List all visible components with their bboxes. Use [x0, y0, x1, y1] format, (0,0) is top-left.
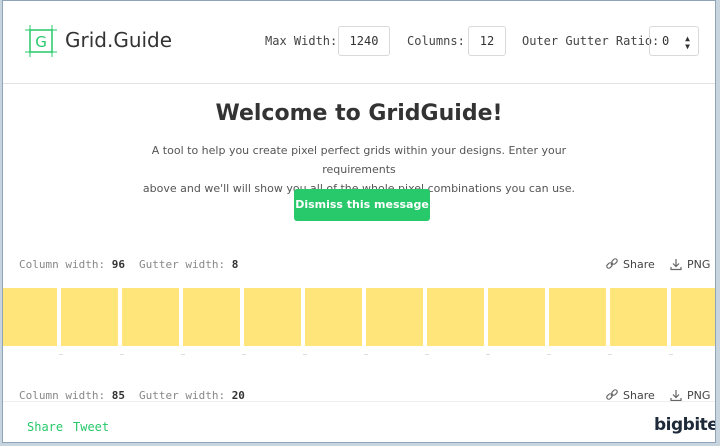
png-button-1[interactable]: PNG: [669, 257, 710, 271]
share-button-2[interactable]: Share: [605, 388, 655, 402]
logo-letter: G: [35, 33, 47, 51]
welcome-line-1: A tool to help you create pixel perfect …: [151, 144, 567, 176]
share-label: Share: [623, 258, 655, 271]
columns-label: Columns:: [407, 34, 465, 48]
gutter-tick: [669, 354, 673, 355]
footer-share-link[interactable]: Share: [27, 420, 63, 434]
share-button-1[interactable]: Share: [605, 257, 655, 271]
gutter-tick: [364, 354, 368, 355]
gutter-tick: [242, 354, 246, 355]
grid-column: [366, 288, 423, 346]
header: G Grid.Guide Max Width: 1240 Columns: 12…: [3, 1, 715, 84]
png-button-2[interactable]: PNG: [669, 388, 710, 402]
gutter-tick: [303, 354, 307, 355]
footer: Share Tweet bigbite: [3, 401, 715, 442]
grid-column: [3, 288, 57, 346]
grid-column: [671, 288, 715, 346]
grid-column: [183, 288, 240, 346]
select-arrows-icon: ▲ ▼: [685, 34, 690, 51]
link-icon: [606, 389, 618, 400]
download-icon: [670, 259, 682, 271]
gutter-tick: [181, 354, 185, 355]
gutter-tick: [486, 354, 490, 355]
column-width-value: 96: [111, 258, 125, 271]
grid-column: [488, 288, 545, 346]
png-label: PNG: [687, 258, 711, 271]
grid-column: [305, 288, 362, 346]
grid-column: [610, 288, 667, 346]
grid-column: [122, 288, 179, 346]
outer-gutter-value: 0: [662, 34, 670, 48]
app-window: G Grid.Guide Max Width: 1240 Columns: 12…: [2, 0, 716, 443]
column-preview-1: [3, 288, 715, 346]
max-width-label: Max Width:: [265, 34, 338, 48]
welcome-title: Welcome to GridGuide!: [215, 101, 503, 126]
outer-gutter-label: Outer Gutter Ratio:: [522, 34, 660, 48]
grid-info-1: Column width: 96 Gutter width: 8: [19, 258, 238, 271]
gutter-tick: [547, 354, 551, 355]
gutter-tick: [608, 354, 612, 355]
dismiss-button[interactable]: Dismiss this message: [294, 189, 430, 221]
grid-logo-icon: G: [25, 25, 57, 57]
column-width-label: Column width:: [19, 258, 106, 271]
grid-column: [244, 288, 301, 346]
gutter-tick: [59, 354, 63, 355]
bigbite-logo[interactable]: bigbite: [654, 415, 715, 435]
download-icon: [670, 390, 682, 402]
gutter-width-value: 8: [231, 258, 239, 271]
gutter-tick: [425, 354, 429, 355]
outer-gutter-select[interactable]: 0 ▲ ▼: [649, 26, 699, 56]
grid-column: [61, 288, 118, 346]
columns-input[interactable]: 12: [468, 26, 506, 56]
grid-column: [549, 288, 606, 346]
grid-column: [427, 288, 484, 346]
link-icon: [606, 258, 618, 269]
gutter-tick: [120, 354, 124, 355]
gutter-width-label: Gutter width:: [138, 258, 226, 271]
max-width-input[interactable]: 1240: [338, 26, 390, 56]
app-title: Grid.Guide: [65, 28, 173, 52]
footer-tweet-link[interactable]: Tweet: [73, 420, 109, 434]
